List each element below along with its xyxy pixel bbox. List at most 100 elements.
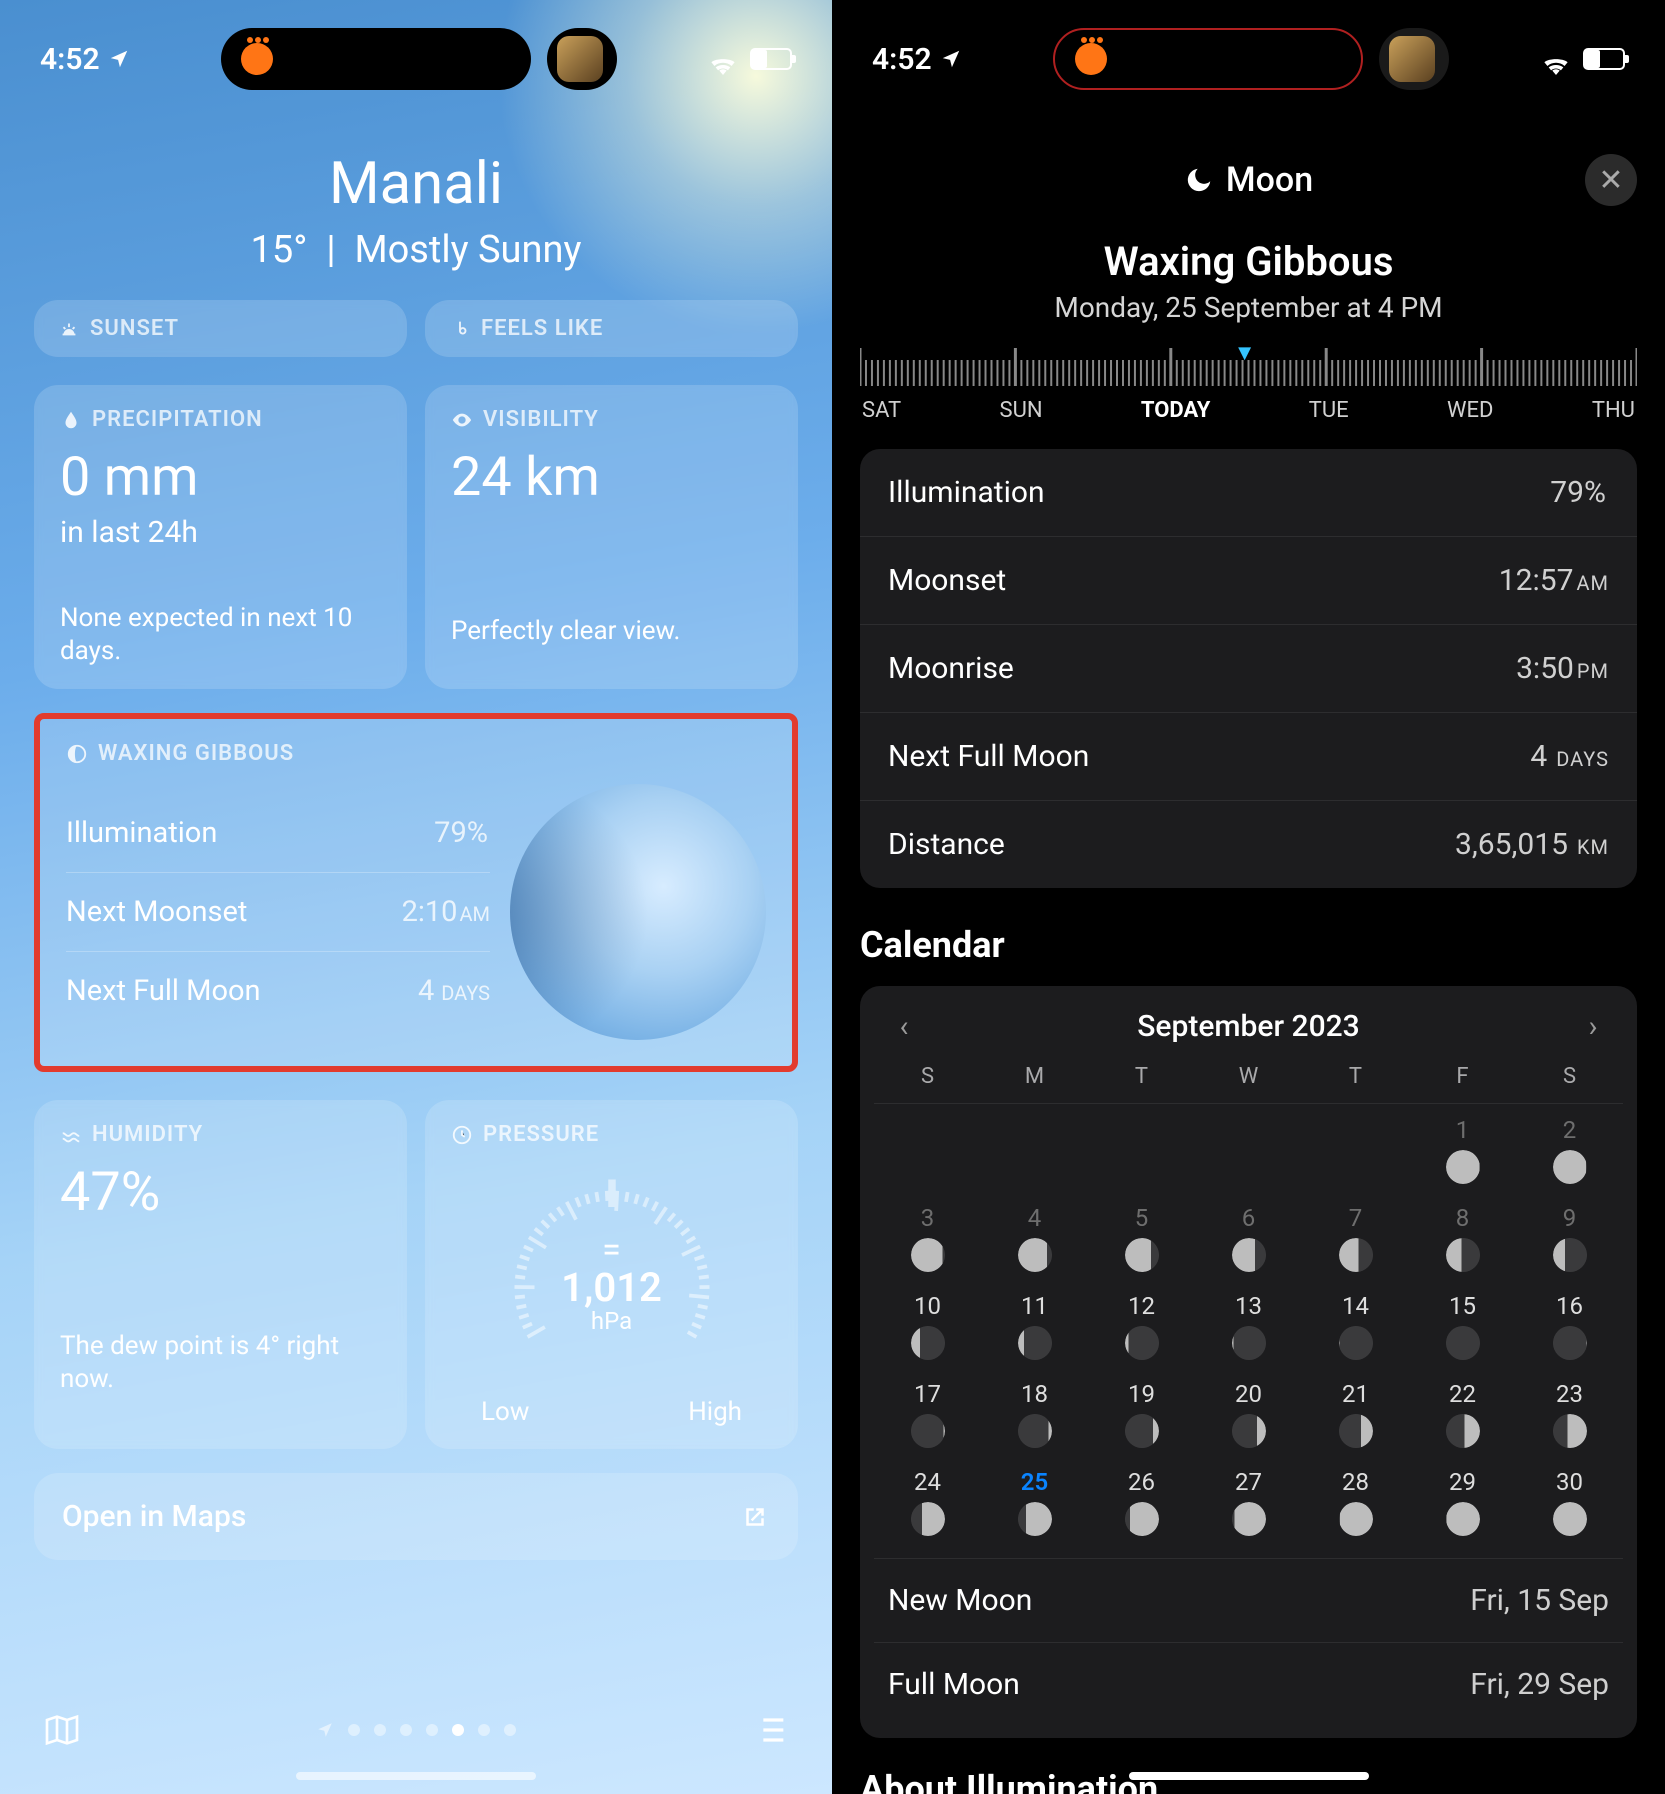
calendar-day[interactable]: 15 bbox=[1409, 1280, 1516, 1368]
calendar-day[interactable]: 7 bbox=[1302, 1192, 1409, 1280]
phase-name: Waxing Gibbous bbox=[860, 238, 1637, 285]
calendar-day[interactable]: 12 bbox=[1088, 1280, 1195, 1368]
map-icon[interactable] bbox=[42, 1710, 82, 1750]
moon-row-value: 79% bbox=[434, 816, 488, 850]
moon-row-value: 2:10 bbox=[402, 895, 458, 929]
visibility-card[interactable]: VISIBILITY 24 km Perfectly clear view. bbox=[425, 385, 798, 689]
calendar-dow: F bbox=[1409, 1056, 1516, 1103]
pressure-value: 1,012 bbox=[561, 1264, 662, 1311]
location-icon bbox=[940, 48, 962, 70]
home-indicator[interactable] bbox=[1129, 1772, 1369, 1780]
calendar-day[interactable]: 22 bbox=[1409, 1368, 1516, 1456]
moon-detail-screen: 4:52 Moon ✕ Waxing Gibbous Monday, 25 Se… bbox=[832, 0, 1665, 1794]
dynamic-island-avatar[interactable] bbox=[547, 28, 617, 90]
bottom-toolbar bbox=[0, 1710, 832, 1750]
calendar-day[interactable]: 17 bbox=[874, 1368, 981, 1456]
detail-value: 3,65,015 bbox=[1455, 827, 1568, 862]
moon-list: Illumination79% Next Moonset2:10AM Next … bbox=[66, 794, 490, 1030]
calendar-day[interactable]: 4 bbox=[981, 1192, 1088, 1280]
temp-value: 15° bbox=[251, 228, 308, 272]
calendar-day[interactable]: 8 bbox=[1409, 1192, 1516, 1280]
detail-label: Moonset bbox=[888, 563, 1006, 598]
vis-title: VISIBILITY bbox=[483, 407, 599, 432]
battery-icon bbox=[750, 48, 792, 70]
calendar-day[interactable]: 21 bbox=[1302, 1368, 1409, 1456]
close-button[interactable]: ✕ bbox=[1585, 154, 1637, 206]
calendar-day[interactable]: 30 bbox=[1516, 1456, 1623, 1544]
calendar-day[interactable]: 2 bbox=[1516, 1104, 1623, 1192]
calendar-day[interactable]: 28 bbox=[1302, 1456, 1409, 1544]
calendar-day[interactable]: 3 bbox=[874, 1192, 981, 1280]
calendar-day[interactable]: 14 bbox=[1302, 1280, 1409, 1368]
time-text: 4:52 bbox=[40, 42, 100, 77]
home-indicator[interactable] bbox=[296, 1772, 536, 1780]
calendar-dow: W bbox=[1195, 1056, 1302, 1103]
calendar-day[interactable]: 29 bbox=[1409, 1456, 1516, 1544]
avatar-icon bbox=[557, 36, 603, 82]
precip-desc: None expected in next 10 days. bbox=[60, 602, 381, 667]
calendar-dow: T bbox=[1088, 1056, 1195, 1103]
dynamic-island[interactable] bbox=[221, 28, 531, 90]
moon-row-value: 4 bbox=[418, 974, 434, 1008]
moon-row-illumination: Illumination79% bbox=[66, 794, 490, 873]
calendar-day[interactable]: 11 bbox=[981, 1280, 1088, 1368]
detail-value: 3:50 bbox=[1516, 651, 1574, 686]
list-icon[interactable] bbox=[750, 1710, 790, 1750]
calendar-day[interactable]: 19 bbox=[1088, 1368, 1195, 1456]
moon-row-fullmoon: Next Full Moon4 DAYS bbox=[66, 952, 490, 1030]
dynamic-island-avatar[interactable] bbox=[1379, 28, 1449, 90]
vis-value: 24 km bbox=[451, 446, 772, 509]
condition-line: 15° | Mostly Sunny bbox=[34, 228, 798, 272]
calendar-dow: T bbox=[1302, 1056, 1409, 1103]
ruler-day-today: TODAY bbox=[1141, 398, 1211, 423]
open-in-maps[interactable]: Open in Maps bbox=[34, 1473, 798, 1560]
page-dots[interactable] bbox=[316, 1721, 516, 1739]
calendar-day[interactable]: 10 bbox=[874, 1280, 981, 1368]
humidity-icon bbox=[60, 1124, 82, 1146]
battery-icon bbox=[1583, 48, 1625, 70]
calendar-day[interactable]: 25 bbox=[981, 1456, 1088, 1544]
calendar-day[interactable]: 23 bbox=[1516, 1368, 1623, 1456]
feels-label: FEELS LIKE bbox=[481, 316, 603, 341]
calendar-day[interactable]: 27 bbox=[1195, 1456, 1302, 1544]
location-icon bbox=[108, 48, 130, 70]
calendar-day[interactable]: 18 bbox=[981, 1368, 1088, 1456]
detail-row: Illumination79% bbox=[860, 449, 1637, 537]
calendar-day[interactable]: 16 bbox=[1516, 1280, 1623, 1368]
precipitation-card[interactable]: PRECIPITATION 0 mm in last 24h None expe… bbox=[34, 385, 407, 689]
dynamic-island[interactable] bbox=[1053, 28, 1363, 90]
feels-like-card[interactable]: FEELS LIKE bbox=[425, 300, 798, 357]
calendar-day[interactable]: 9 bbox=[1516, 1192, 1623, 1280]
avatar-icon bbox=[1389, 36, 1435, 82]
sheet-title-text: Moon bbox=[1226, 160, 1313, 200]
humidity-desc: The dew point is 4° right now. bbox=[60, 1330, 381, 1395]
moon-calendar: ‹ September 2023 › SMTWTFS 1234567891011… bbox=[860, 986, 1637, 1738]
location-dot-icon bbox=[316, 1721, 334, 1739]
calendar-day[interactable]: 13 bbox=[1195, 1280, 1302, 1368]
precip-title: PRECIPITATION bbox=[92, 407, 263, 432]
precip-value: 0 mm bbox=[60, 446, 381, 509]
food-app-icon bbox=[1075, 43, 1107, 75]
calendar-day[interactable]: 5 bbox=[1088, 1192, 1195, 1280]
moon-row-moonset: Next Moonset2:10AM bbox=[66, 873, 490, 952]
pressure-gauge: =1,012hPa bbox=[487, 1157, 737, 1407]
drop-icon bbox=[60, 409, 82, 431]
calendar-day[interactable]: 26 bbox=[1088, 1456, 1195, 1544]
sunset-card[interactable]: SUNSET bbox=[34, 300, 407, 357]
pressure-card[interactable]: PRESSURE =1,012hPa LowHigh bbox=[425, 1100, 798, 1449]
detail-row: Moonrise3:50PM bbox=[860, 625, 1637, 713]
detail-row: Distance3,65,015 KM bbox=[860, 801, 1637, 888]
calendar-day[interactable]: 20 bbox=[1195, 1368, 1302, 1456]
calendar-day[interactable]: 6 bbox=[1195, 1192, 1302, 1280]
calendar-day[interactable]: 24 bbox=[874, 1456, 981, 1544]
calendar-day[interactable]: 1 bbox=[1409, 1104, 1516, 1192]
detail-value: 12:57 bbox=[1499, 563, 1574, 598]
detail-value: 79% bbox=[1550, 475, 1606, 510]
calendar-prev[interactable]: ‹ bbox=[884, 1006, 924, 1046]
moon-card[interactable]: WAXING GIBBOUS Illumination79% Next Moon… bbox=[34, 713, 798, 1072]
calendar-dow: S bbox=[1516, 1056, 1623, 1103]
detail-value: 4 bbox=[1530, 739, 1547, 774]
humidity-card[interactable]: HUMIDITY 47% The dew point is 4° right n… bbox=[34, 1100, 407, 1449]
calendar-next[interactable]: › bbox=[1573, 1006, 1613, 1046]
day-ruler[interactable]: ▼ bbox=[860, 342, 1637, 394]
